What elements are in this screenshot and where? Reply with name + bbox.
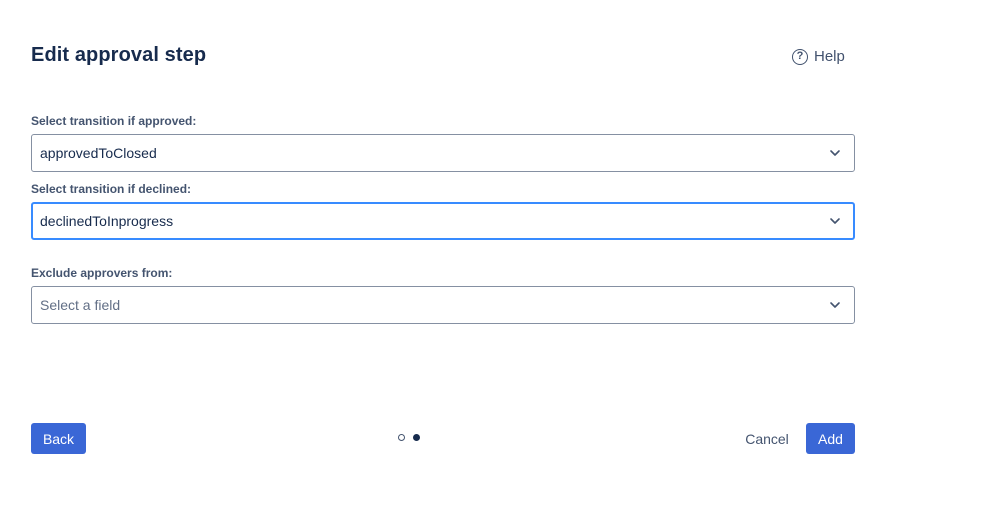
edit-approval-dialog: Edit approval step ? Help Select transit… — [31, 0, 855, 520]
chevron-down-icon — [830, 302, 840, 308]
page-dot-1[interactable] — [398, 434, 405, 441]
declined-transition-select[interactable]: declinedToInprogress — [31, 202, 855, 240]
declined-transition-label: Select transition if declined: — [31, 182, 192, 196]
approved-transition-value: approvedToClosed — [40, 145, 157, 161]
cancel-button[interactable]: Cancel — [733, 423, 801, 454]
chevron-down-icon — [830, 218, 840, 224]
exclude-approvers-placeholder: Select a field — [40, 297, 121, 313]
help-icon: ? — [792, 48, 808, 65]
declined-transition-value: declinedToInprogress — [40, 213, 174, 229]
approved-transition-label: Select transition if approved: — [31, 114, 197, 128]
page-dot-2[interactable] — [413, 434, 420, 441]
approved-transition-select[interactable]: approvedToClosed — [31, 134, 855, 172]
back-button[interactable]: Back — [31, 423, 86, 454]
chevron-down-icon — [830, 150, 840, 156]
dialog-title: Edit approval step — [31, 44, 207, 66]
add-button[interactable]: Add — [806, 423, 855, 454]
help-link[interactable]: ? Help — [792, 48, 845, 65]
exclude-approvers-label: Exclude approvers from: — [31, 266, 173, 280]
pagination-dots — [398, 434, 420, 441]
exclude-approvers-select[interactable]: Select a field — [31, 286, 855, 324]
help-label: Help — [814, 48, 845, 65]
